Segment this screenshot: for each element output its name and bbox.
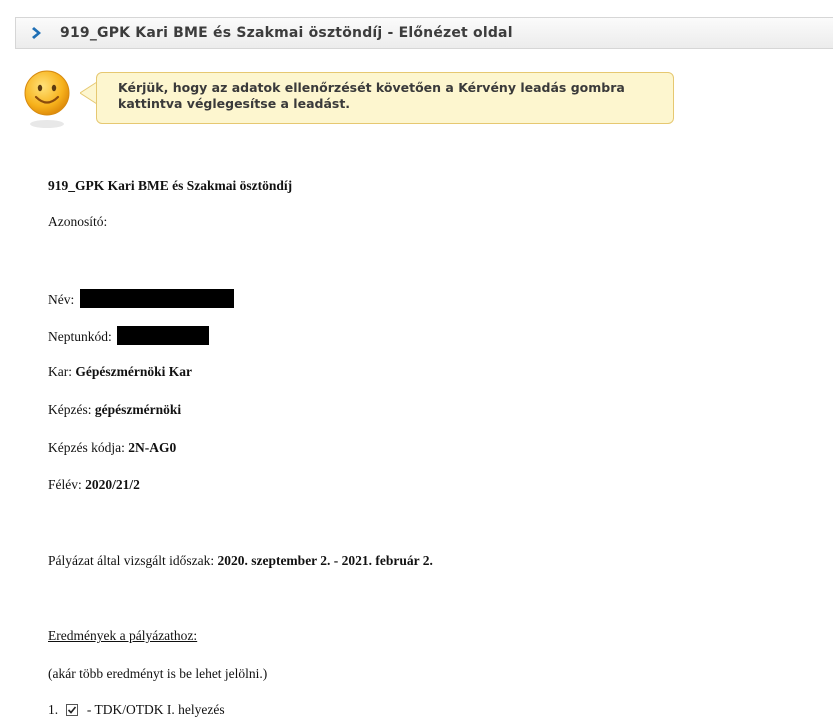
program-value: gépészmérnöki [94, 402, 182, 417]
semester-label: Félév: [48, 477, 82, 492]
notice-line-1: Kérjük, hogy az adatok ellenőrzését köve… [118, 80, 625, 95]
smiley-icon [24, 70, 70, 128]
notice-line-2: kattintva véglegesítse a leadást. [118, 96, 351, 111]
result-item-1: 1. - TDK/OTDK I. helyezés [48, 702, 225, 718]
form-title: 919_GPK Kari BME és Szakmai ösztöndíj [48, 178, 293, 193]
results-note: (akár több eredményt is be lehet jelölni… [48, 666, 268, 681]
period-row: Pályázat által vizsgált időszak: 2020. s… [48, 553, 433, 569]
id-label: Azonosító: [48, 214, 108, 229]
result-item-1-label: - TDK/OTDK I. helyezés [86, 702, 225, 717]
neptun-row: Neptunkód: [48, 326, 210, 345]
id-row: Azonosító: [48, 214, 107, 230]
neptun-label: Neptunkód: [48, 329, 112, 344]
program-label: Képzés: [48, 402, 92, 417]
program-code-value: 2N-AG0 [128, 440, 177, 455]
page-title: 919_GPK Kari BME és Szakmai ösztöndíj - … [60, 25, 513, 41]
neptun-redaction [117, 326, 210, 345]
semester-value: 2020/21/2 [85, 477, 140, 492]
program-row: Képzés: gépészmérnöki [48, 402, 181, 418]
semester-row: Félév: 2020/21/2 [48, 477, 140, 493]
faculty-row: Kar: Gépészmérnöki Kar [48, 364, 192, 380]
program-code-label: Képzés kódja: [48, 440, 125, 455]
name-label: Név: [48, 292, 75, 307]
chevron-right-icon[interactable] [30, 25, 46, 41]
period-label: Pályázat által vizsgált időszak: [48, 553, 215, 568]
name-redaction [79, 289, 234, 308]
result-item-1-number: 1. [48, 702, 59, 717]
period-value: 2020. szeptember 2. - 2021. február 2. [217, 553, 433, 568]
name-row: Név: [48, 289, 234, 308]
notice-bubble: Kérjük, hogy az adatok ellenőrzését köve… [96, 72, 674, 124]
result-item-1-checkbox[interactable] [65, 704, 78, 716]
program-code-row: Képzés kódja: 2N-AG0 [48, 440, 176, 456]
faculty-label: Kar: [48, 364, 72, 379]
results-heading: Eredmények a pályázathoz: [48, 628, 198, 643]
faculty-value: Gépészmérnöki Kar [75, 364, 192, 379]
panel-header: 919_GPK Kari BME és Szakmai ösztöndíj - … [15, 17, 833, 49]
